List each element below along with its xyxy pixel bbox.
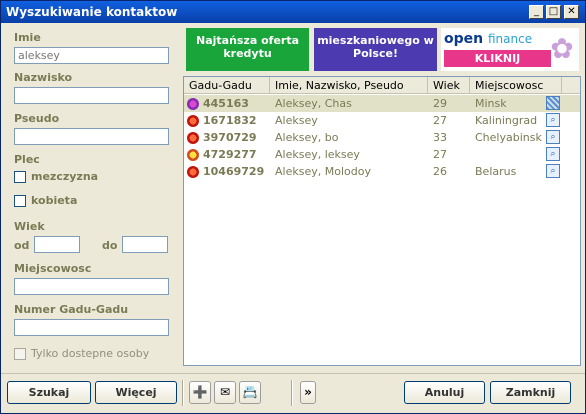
male-checkbox[interactable] [14, 171, 26, 183]
status-sun-icon [187, 149, 199, 161]
cell-city: Chelyabinsk [475, 131, 542, 144]
minimize-button[interactable]: _ [529, 5, 544, 19]
results-table[interactable]: Gadu-Gadu Imie, Nazwisko, Pseudo Wiek Mi… [183, 76, 581, 366]
brand-finance: finance [487, 32, 533, 46]
cell-gg-number: 445163 [203, 97, 249, 110]
cell-name: Aleksey, Molodoy [275, 165, 371, 178]
cell-city [475, 146, 543, 163]
age-to-label: do [102, 239, 118, 252]
flower-icon: ✿ [550, 32, 574, 65]
toolbar-separator [182, 380, 184, 406]
more-button[interactable]: Więcej [95, 381, 177, 404]
send-message-icon[interactable]: ✉ [214, 381, 236, 404]
cell-name: Aleksey, leksey [275, 148, 360, 161]
column-header-name[interactable]: Imie, Nazwisko, Pseudo [270, 77, 428, 94]
cell-name: Aleksey [275, 114, 318, 127]
only-available-label: Tylko dostepne osoby [31, 347, 150, 360]
table-header: Gadu-Gadu Imie, Nazwisko, Pseudo Wiek Mi… [184, 77, 580, 94]
kliknij-button[interactable]: KLIKNIJ [444, 50, 551, 67]
search-contacts-window: Wyszukiwanie kontaktow _ □ ✕ Imie alekse… [0, 0, 586, 414]
photo-icon[interactable]: ⌕ [546, 113, 560, 127]
search-form: Imie aleksey Nazwisko Pseudo Plec mezczy… [5, 25, 177, 371]
cell-age: 33 [433, 131, 447, 144]
column-header-photo[interactable] [562, 77, 580, 94]
table-row[interactable]: 445163 Aleksey, Chas 29 Minsk [184, 95, 580, 112]
gg-number-input[interactable] [14, 319, 169, 336]
openfinance-logo: open finance [444, 31, 532, 47]
city-input[interactable] [14, 278, 169, 295]
photo-icon[interactable]: ⌕ [546, 164, 560, 178]
cell-city: Belarus [475, 165, 517, 178]
table-row[interactable]: 1671832 Aleksey 27 Kaliningrad ⌕ [184, 112, 580, 129]
table-row[interactable]: 4729277 Aleksey, leksey 27 ⌕ [184, 146, 580, 163]
status-sun-icon [187, 115, 199, 127]
cell-gg-number: 1671832 [203, 114, 257, 127]
ad-banner-openfinance[interactable]: open finance KLIKNIJ ✿ [441, 28, 579, 71]
cell-name: Aleksey, bo [275, 131, 339, 144]
age-from-label: od [14, 239, 30, 252]
photo-icon[interactable]: ⌕ [546, 147, 560, 161]
close-window-button[interactable]: ✕ [564, 5, 579, 19]
female-checkbox[interactable] [14, 195, 26, 207]
expand-toolbar-button[interactable]: » [300, 381, 316, 404]
search-button[interactable]: Szukaj [7, 381, 91, 404]
cancel-button[interactable]: Anuluj [404, 381, 485, 404]
send-file-icon[interactable]: 📇 [239, 381, 261, 404]
cell-gg-number: 3970729 [203, 131, 257, 144]
title-bar: Wyszukiwanie kontaktow _ □ ✕ [1, 1, 585, 23]
column-header-age[interactable]: Wiek [428, 77, 470, 94]
column-header-gg[interactable]: Gadu-Gadu [184, 77, 270, 94]
cell-city: Minsk [475, 97, 507, 110]
age-to-input[interactable] [122, 236, 168, 253]
photo-icon[interactable]: ⌕ [546, 130, 560, 144]
nickname-label: Pseudo [14, 112, 60, 125]
last-name-input[interactable] [14, 87, 169, 104]
status-sun-icon [187, 132, 199, 144]
toolbar-separator [291, 380, 293, 406]
cell-age: 29 [433, 97, 447, 110]
cell-city: Kaliningrad [475, 114, 538, 127]
cell-age: 27 [433, 148, 447, 161]
cell-gg-number: 10469729 [203, 165, 265, 178]
first-name-input[interactable]: aleksey [14, 47, 169, 64]
gender-label: Plec [14, 153, 40, 166]
ad-banner-mortgage[interactable]: mieszkaniowego w Polsce! [314, 28, 437, 71]
cell-age: 27 [433, 114, 447, 127]
first-name-label: Imie [14, 31, 41, 44]
maximize-button[interactable]: □ [546, 5, 561, 19]
city-label: Miejscowosc [14, 262, 92, 275]
table-row[interactable]: 3970729 Aleksey, bo 33 Chelyabinsk ⌕ [184, 129, 580, 146]
age-label: Wiek [14, 220, 45, 233]
add-contact-icon[interactable]: ➕ [189, 381, 211, 404]
ad-banner-credit[interactable]: Najtańsza oferta kredytu [186, 28, 309, 71]
female-checkbox-label: kobieta [31, 194, 78, 207]
age-from-input[interactable] [34, 236, 80, 253]
cell-age: 26 [433, 165, 447, 178]
brand-open: open [444, 31, 484, 47]
close-button[interactable]: Zamknij [490, 381, 571, 404]
male-checkbox-label: mezczyzna [31, 170, 99, 183]
status-sun-icon [187, 166, 199, 178]
cell-gg-number: 4729277 [203, 148, 257, 161]
last-name-label: Nazwisko [14, 71, 73, 84]
gg-number-label: Numer Gadu-Gadu [14, 303, 129, 316]
nickname-input[interactable] [14, 128, 169, 145]
button-bar: Szukaj Więcej ➕ ✉ 📇 » Anuluj Zamknij [1, 373, 585, 413]
only-available-checkbox[interactable] [14, 348, 26, 360]
column-header-city[interactable]: Miejscowosc [470, 77, 562, 94]
window-title: Wyszukiwanie kontaktow [6, 5, 178, 19]
photo-icon[interactable] [546, 96, 560, 110]
status-sun-icon [187, 98, 199, 110]
cell-name: Aleksey, Chas [275, 97, 352, 110]
table-row[interactable]: 10469729 Aleksey, Molodoy 26 Belarus ⌕ [184, 163, 580, 180]
